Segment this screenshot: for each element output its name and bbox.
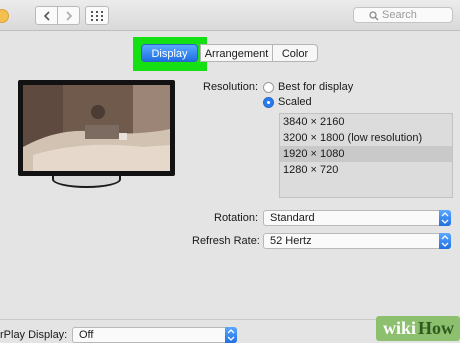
watermark-wiki-text: wiki [383, 318, 417, 338]
resolution-label: Resolution: [203, 81, 259, 93]
back-button[interactable] [35, 6, 58, 25]
grid-icon [91, 10, 103, 21]
tab-arrangement[interactable]: Arrangement [200, 44, 272, 62]
search-icon [369, 11, 379, 21]
radio-best-for-display[interactable] [263, 82, 274, 93]
display-preview [18, 80, 175, 176]
window-minimize-button[interactable] [0, 9, 9, 23]
rotation-value: Standard [270, 212, 315, 224]
refresh-rate-label: Refresh Rate: [192, 235, 260, 247]
wikihow-watermark: wiki How [376, 316, 460, 341]
airplay-display-value: Off [79, 329, 94, 341]
forward-button[interactable] [58, 6, 80, 25]
rotation-label: Rotation: [214, 212, 259, 224]
best-for-display-label: Best for display [278, 81, 354, 93]
nav-buttons [35, 6, 80, 25]
resolution-item[interactable]: 3200 × 1800 (low resolution) [280, 130, 452, 146]
watermark-how-text: How [418, 318, 454, 338]
rotation-select[interactable]: Standard [263, 210, 451, 226]
wallpaper-scene [23, 85, 170, 171]
tab-color[interactable]: Color [272, 44, 318, 62]
monitor-stand [52, 176, 121, 188]
chevron-left-icon [43, 10, 50, 21]
scaled-label: Scaled [278, 96, 312, 108]
search-input[interactable]: Search [353, 7, 453, 23]
airplay-display-label: rPlay Display: [0, 329, 68, 341]
window-toolbar: Search [0, 0, 460, 31]
resolution-item[interactable]: 1280 × 720 [280, 162, 452, 178]
show-all-button[interactable] [85, 6, 109, 25]
resolution-item-selected[interactable]: 1920 × 1080 [280, 146, 452, 162]
radio-scaled[interactable] [263, 97, 274, 108]
chevron-right-icon [65, 10, 72, 21]
refresh-rate-value: 52 Hertz [270, 235, 312, 247]
resolution-item[interactable]: 3840 × 2160 [280, 114, 452, 130]
tab-display[interactable]: Display [141, 44, 198, 62]
desktop-wallpaper-image [23, 85, 170, 171]
popup-arrows-icon [439, 233, 451, 249]
popup-arrows-icon [439, 210, 451, 226]
refresh-rate-select[interactable]: 52 Hertz [263, 233, 451, 249]
search-placeholder: Search [382, 9, 417, 21]
resolution-list[interactable]: 3840 × 2160 3200 × 1800 (low resolution)… [279, 113, 453, 198]
